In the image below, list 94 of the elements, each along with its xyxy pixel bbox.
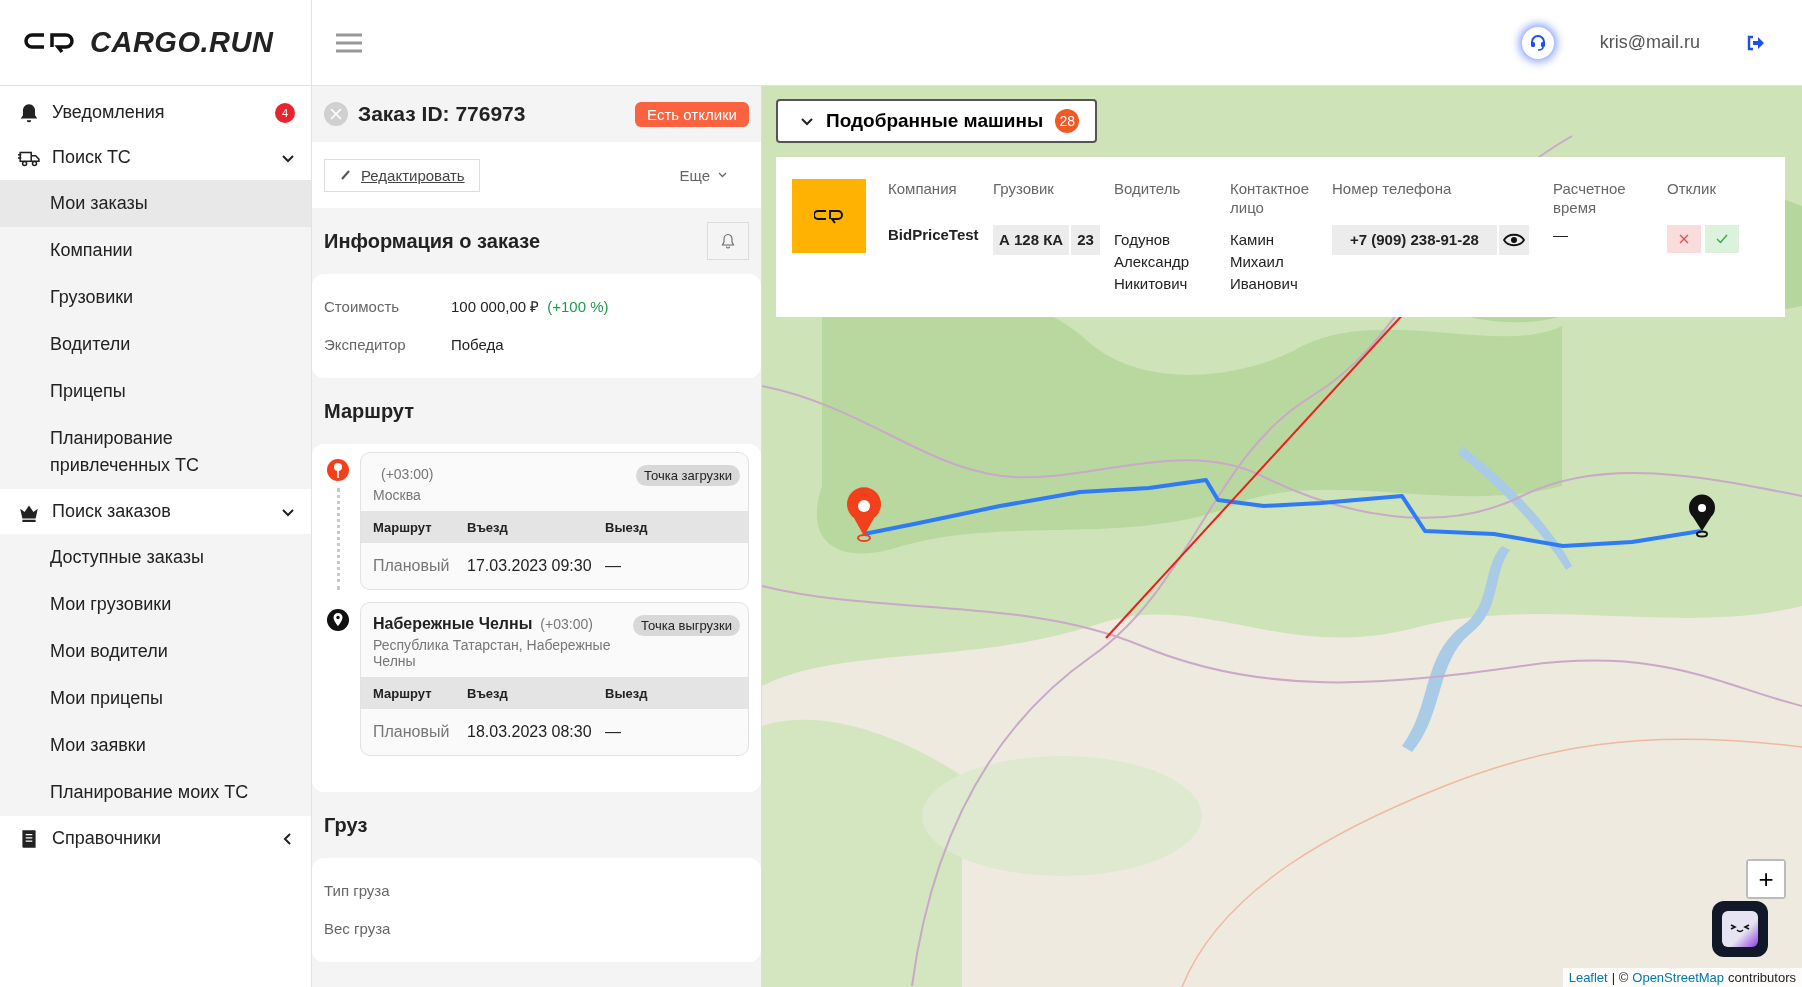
field-value: 100 000,00 ₽ bbox=[451, 297, 540, 317]
column-header: Контактное лицо bbox=[1230, 179, 1310, 218]
timezone: (+03:00) bbox=[540, 616, 593, 632]
logout-icon[interactable] bbox=[1746, 34, 1764, 51]
matched-trucks-toggle[interactable]: Подобранные машины 28 bbox=[776, 99, 1098, 143]
leaflet-link[interactable]: Leaflet bbox=[1568, 970, 1608, 985]
eye-icon bbox=[1502, 233, 1525, 247]
column-header: Компания bbox=[888, 179, 958, 199]
sidebar-group[interactable]: Поиск заказов bbox=[0, 489, 311, 534]
timezone: (+03:00) bbox=[381, 466, 434, 482]
sidebar-item[interactable]: Планирование моих ТС bbox=[0, 769, 311, 816]
zoom-in-button[interactable]: + bbox=[1748, 861, 1784, 897]
count-badge: 28 bbox=[1055, 109, 1080, 133]
plate-region: 23 bbox=[1071, 225, 1100, 255]
sidebar-item[interactable]: Мои заказы bbox=[0, 180, 311, 227]
sidebar-group[interactable]: Поиск ТС bbox=[0, 135, 311, 180]
table-cell-text: — bbox=[1553, 225, 1569, 245]
field-label: Тип груза bbox=[324, 881, 391, 901]
map-marker[interactable] bbox=[1689, 494, 1715, 538]
order-title: Заказ ID: 776973 bbox=[358, 102, 527, 126]
headset-icon bbox=[1528, 33, 1547, 52]
table-cell-text: — bbox=[605, 723, 622, 741]
sidebar-item[interactable]: Доступные заказы bbox=[0, 534, 311, 581]
more-dropdown[interactable]: Еще bbox=[673, 165, 733, 185]
bell-icon bbox=[18, 101, 40, 124]
price-change: (+100 %) bbox=[547, 297, 609, 317]
sidebar-item[interactable]: Планирование привлеченных ТС bbox=[0, 415, 311, 489]
bell-icon bbox=[721, 233, 735, 249]
subscribe-button[interactable] bbox=[707, 222, 749, 260]
status-badge: Есть отклики bbox=[635, 101, 749, 127]
sidebar-item[interactable]: Уведомления 4 bbox=[0, 90, 311, 135]
sidebar-item[interactable]: Грузовики bbox=[0, 274, 311, 321]
city-name: Набережные Челны bbox=[373, 615, 533, 632]
openstreetmap-link[interactable]: OpenStreetMap bbox=[1632, 970, 1725, 985]
column-header: Водитель bbox=[1114, 179, 1182, 199]
table-cell-text: — bbox=[605, 557, 622, 575]
sidebar-item[interactable]: Мои прицепы bbox=[0, 675, 311, 722]
sidebar-item[interactable]: Мои грузовики bbox=[0, 581, 311, 628]
table-cell-text: BidPriceTest bbox=[888, 225, 980, 245]
table-cell-text: 17.03.2023 09:30 bbox=[467, 557, 593, 575]
section-title: Информация о заказе bbox=[324, 229, 542, 253]
table-cell-text: Плановый bbox=[373, 723, 451, 741]
column-header: Расчетное время bbox=[1553, 179, 1627, 218]
column-header: Грузовик bbox=[993, 179, 1055, 199]
location-pin-icon bbox=[326, 458, 350, 484]
chat-widget-button[interactable] bbox=[1712, 901, 1768, 957]
address: Москва bbox=[373, 487, 422, 503]
column-header: Въезд bbox=[467, 685, 509, 701]
logo-text: CARGO.RUN bbox=[90, 26, 274, 59]
attribution-text: | © bbox=[1611, 970, 1629, 985]
sidebar-group[interactable]: Справочники bbox=[0, 816, 311, 861]
close-icon bbox=[1679, 234, 1689, 244]
column-header: Выезд bbox=[605, 685, 649, 701]
sidebar-item[interactable]: Мои водители bbox=[0, 628, 311, 675]
chat-widget-icon bbox=[1722, 911, 1758, 947]
column-header: Маршрут bbox=[373, 519, 433, 535]
field-value: Победа bbox=[451, 335, 504, 355]
column-header: Выезд bbox=[605, 519, 649, 535]
logo-icon bbox=[814, 208, 844, 224]
table-cell-text: Плановый bbox=[373, 557, 451, 575]
section-title: Маршрут bbox=[324, 399, 416, 423]
field-label: Вес груза bbox=[324, 919, 392, 939]
field-label: Экспедитор bbox=[324, 335, 407, 355]
plate-number: А 128 КА bbox=[993, 225, 1070, 255]
table-cell-text: Годунов Александр Никитович bbox=[1114, 230, 1191, 294]
menu-icon[interactable] bbox=[336, 32, 362, 53]
column-header: Маршрут bbox=[373, 685, 433, 701]
sidebar-item[interactable]: Прицепы bbox=[0, 368, 311, 415]
support-button[interactable] bbox=[1521, 26, 1554, 59]
location-pin-icon bbox=[326, 608, 350, 634]
table-cell-text: 18.03.2023 08:30 bbox=[467, 723, 593, 741]
sidebar-item[interactable]: Водители bbox=[0, 321, 311, 368]
point-type-tag: Точка загрузки bbox=[636, 465, 740, 486]
column-header: Отклик bbox=[1667, 179, 1717, 199]
column-header: Номер телефона bbox=[1332, 179, 1453, 199]
column-header: Въезд bbox=[467, 519, 509, 535]
user-email: kris@mail.ru bbox=[1599, 32, 1700, 53]
notification-badge: 4 bbox=[275, 102, 295, 123]
point-type-tag: Точка выгрузки bbox=[633, 615, 740, 636]
field-label: Стоимость bbox=[324, 297, 401, 317]
show-phone-button[interactable] bbox=[1498, 225, 1529, 255]
close-icon bbox=[330, 108, 342, 120]
edit-button[interactable]: Редактировать bbox=[324, 158, 480, 192]
phone-number: +7 (909) 238-91-28 bbox=[1332, 225, 1497, 255]
sidebar-item[interactable]: Мои заявки bbox=[0, 722, 311, 769]
pencil-icon bbox=[339, 168, 353, 182]
sidebar-item[interactable]: Компании bbox=[0, 227, 311, 274]
check-icon bbox=[1716, 234, 1728, 244]
map-marker[interactable] bbox=[847, 487, 881, 542]
attribution-text: contributors bbox=[1728, 970, 1796, 985]
table-cell-text: Камин Михаил Иванович bbox=[1230, 230, 1299, 294]
caret-icon bbox=[718, 172, 727, 178]
address: Республика Татарстан, Набережные Челны bbox=[373, 637, 612, 669]
section-title: Груз bbox=[324, 813, 369, 837]
